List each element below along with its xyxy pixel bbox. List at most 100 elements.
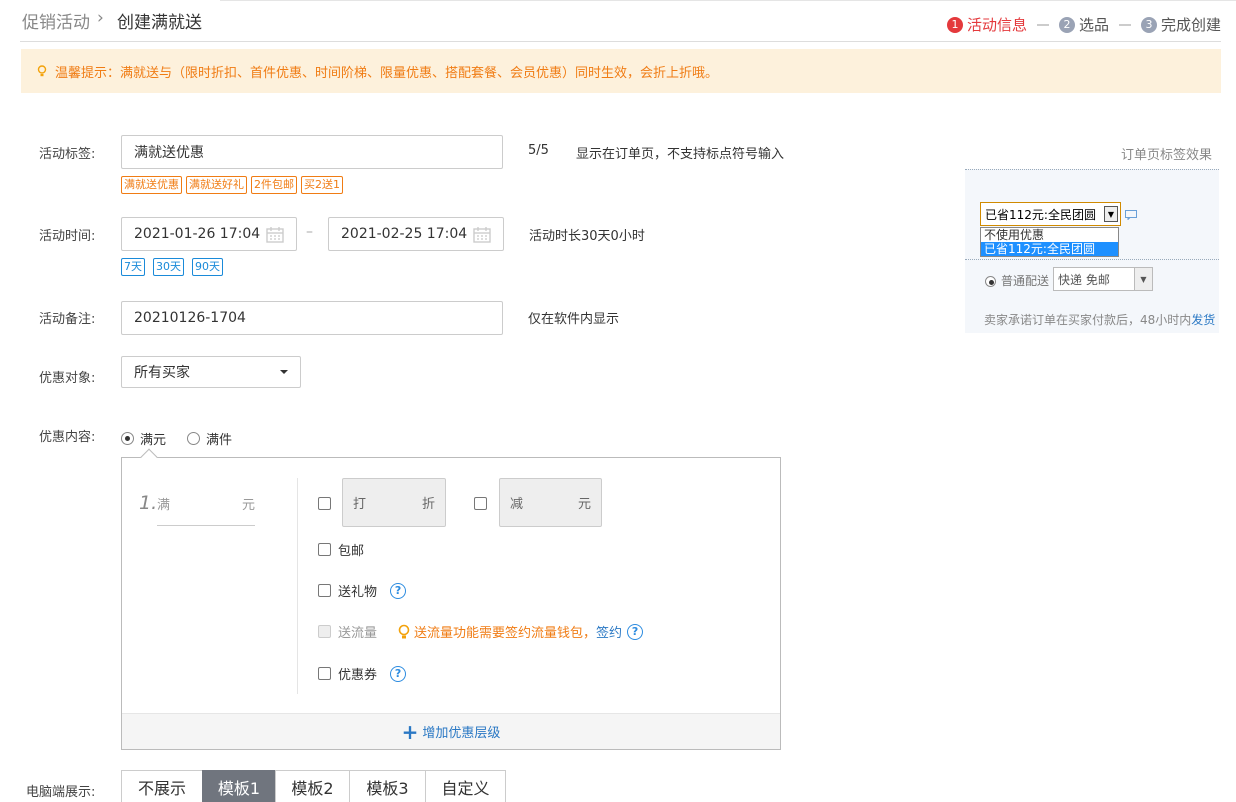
page-title: 创建满就送 [117, 13, 202, 33]
remark-hint: 仅在软件内显示 [528, 312, 620, 327]
add-level-button[interactable]: + 增加优惠层级 [122, 713, 780, 749]
target-value: 所有买家 [134, 365, 190, 381]
end-time-input[interactable]: 2021-02-25 17:04 [328, 217, 504, 251]
calendar-icon[interactable] [266, 226, 284, 247]
step-3-number: 3 [1140, 16, 1157, 33]
target-label: 优惠对象: [39, 371, 96, 386]
duration-7-days[interactable]: 7天 [121, 258, 145, 276]
preview-option-selected[interactable]: 已省112元:全民团圆 [981, 242, 1118, 256]
coupon-checkbox[interactable] [318, 667, 331, 680]
option-template-3[interactable]: 模板3 [349, 770, 426, 802]
step-1-number: 1 [946, 16, 963, 33]
threshold-prefix: 满 [157, 498, 171, 513]
tag-input[interactable]: 满就送优惠 [121, 135, 503, 169]
start-time-input[interactable]: 2021-01-26 17:04 [121, 217, 297, 251]
option-none[interactable]: 不展示 [121, 770, 203, 802]
coupon-label: 优惠券 [338, 668, 378, 683]
step-2-number: 2 [1058, 16, 1075, 33]
plus-icon: + [401, 719, 419, 744]
coupon-option[interactable]: 优惠券 ? [318, 664, 407, 683]
tier-divider [297, 478, 298, 694]
preview-options-list: 不使用优惠 已省112元:全民团圆 [980, 227, 1119, 257]
traffic-option: 送流量 送流量功能需要签约流量钱包， 签约 ? [318, 622, 644, 641]
dropdown-arrow-icon: ▼ [1134, 268, 1152, 290]
end-time-value: 2021-02-25 17:04 [341, 226, 468, 242]
delivery-select[interactable]: 快递 免邮 ▼ [1053, 267, 1153, 291]
pc-display-options: 不展示 模板1 模板2 模板3 自定义 [121, 770, 506, 802]
radio-full-amount-label: 满元 [140, 433, 167, 448]
quick-tag[interactable]: 2件包邮 [251, 176, 297, 194]
delivery-promise-link: 发货 [1191, 313, 1216, 327]
radio-on-icon [121, 432, 134, 445]
discount-unit: 折 [421, 497, 435, 512]
sign-link[interactable]: 签约 [596, 622, 622, 641]
free-shipping-checkbox[interactable] [318, 543, 331, 556]
option-template-2[interactable]: 模板2 [275, 770, 350, 802]
step-indicator: 1 活动信息 2 选品 3 完成创建 [946, 14, 1221, 35]
traffic-label: 送流量 [338, 626, 378, 641]
free-shipping-label: 包邮 [338, 544, 365, 559]
radio-off-icon [187, 432, 200, 445]
step-dash [1036, 23, 1049, 26]
breadcrumb-separator: › [97, 8, 104, 28]
reduce-checkbox[interactable] [474, 497, 487, 510]
target-select[interactable]: 所有买家 [121, 356, 301, 388]
caret-down-icon [280, 370, 288, 374]
reduce-input[interactable]: 减 元 [499, 478, 602, 527]
tip-text: 温馨提示：满就送与（限时折扣、首件优惠、时间阶梯、限量优惠、搭配套餐、会员优惠）… [55, 65, 719, 81]
help-icon[interactable]: ? [390, 665, 407, 682]
quick-tags: 满就送优惠 满就送好礼 2件包邮 买2送1 [121, 176, 343, 194]
delivery-radio [985, 276, 996, 287]
step-2: 2 选品 [1058, 14, 1109, 35]
pc-display-label: 电脑端展示: [26, 785, 96, 800]
step-3-label: 完成创建 [1160, 16, 1221, 34]
calendar-icon[interactable] [473, 226, 491, 247]
delivery-promise-text: 卖家承诺订单在买家付款后，48小时内 [984, 313, 1192, 327]
preview-divider [965, 259, 1219, 260]
remark-label: 活动备注: [39, 312, 96, 327]
preview-option[interactable]: 不使用优惠 [981, 228, 1118, 242]
header-divider [20, 41, 1221, 42]
discount-checkbox[interactable] [318, 497, 331, 510]
option-custom[interactable]: 自定义 [425, 770, 506, 802]
reduce-unit: 元 [577, 497, 591, 512]
step-1-label: 活动信息 [966, 16, 1027, 34]
lightbulb-icon [37, 65, 47, 77]
delivery-value: 快递 免邮 [1058, 272, 1110, 287]
radio-full-quantity[interactable]: 满件 [187, 429, 232, 448]
help-icon[interactable]: ? [390, 582, 407, 599]
gift-option[interactable]: 送礼物 ? [318, 581, 407, 600]
remark-input[interactable]: 20210126-1704 [121, 301, 503, 335]
free-shipping-option[interactable]: 包邮 [318, 540, 364, 559]
lightbulb-icon [398, 624, 410, 640]
reduce-prefix: 减 [510, 497, 524, 512]
quick-tag[interactable]: 满就送优惠 [121, 176, 182, 194]
threshold-input[interactable]: 满 元 [157, 482, 255, 526]
breadcrumb-parent[interactable]: 促销活动 [22, 8, 90, 33]
option-template-1[interactable]: 模板1 [202, 770, 276, 802]
gift-checkbox[interactable] [318, 584, 331, 597]
step-dash [1118, 23, 1131, 26]
threshold-unit: 元 [241, 498, 255, 513]
quick-tag[interactable]: 满就送好礼 [186, 176, 247, 194]
dropdown-arrow-icon[interactable]: ▼ [1104, 206, 1118, 222]
step-3: 3 完成创建 [1140, 14, 1221, 35]
preview-select[interactable]: 已省112元:全民团圆 ▼ [980, 202, 1121, 226]
duration-30-days[interactable]: 30天 [153, 258, 184, 276]
delivery-promise: 卖家承诺订单在买家付款后，48小时内发货 [984, 311, 1215, 328]
discount-input[interactable]: 打 折 [342, 478, 446, 527]
traffic-checkbox [318, 625, 331, 638]
help-icon[interactable]: ? [627, 623, 644, 640]
step-2-label: 选品 [1078, 16, 1109, 34]
time-label: 活动时间: [39, 229, 96, 244]
preview-select-value: 已省112元:全民团圆 [985, 207, 1096, 222]
radio-full-quantity-label: 满件 [206, 433, 233, 448]
duration-90-days[interactable]: 90天 [192, 258, 223, 276]
discount-prefix: 打 [353, 497, 367, 512]
chat-icon [1125, 208, 1137, 224]
step-1: 1 活动信息 [946, 14, 1027, 35]
quick-tag[interactable]: 买2送1 [301, 176, 343, 194]
tag-label: 活动标签: [39, 147, 96, 162]
radio-full-amount[interactable]: 满元 [121, 429, 166, 448]
tag-count: 5/5 [528, 143, 549, 158]
